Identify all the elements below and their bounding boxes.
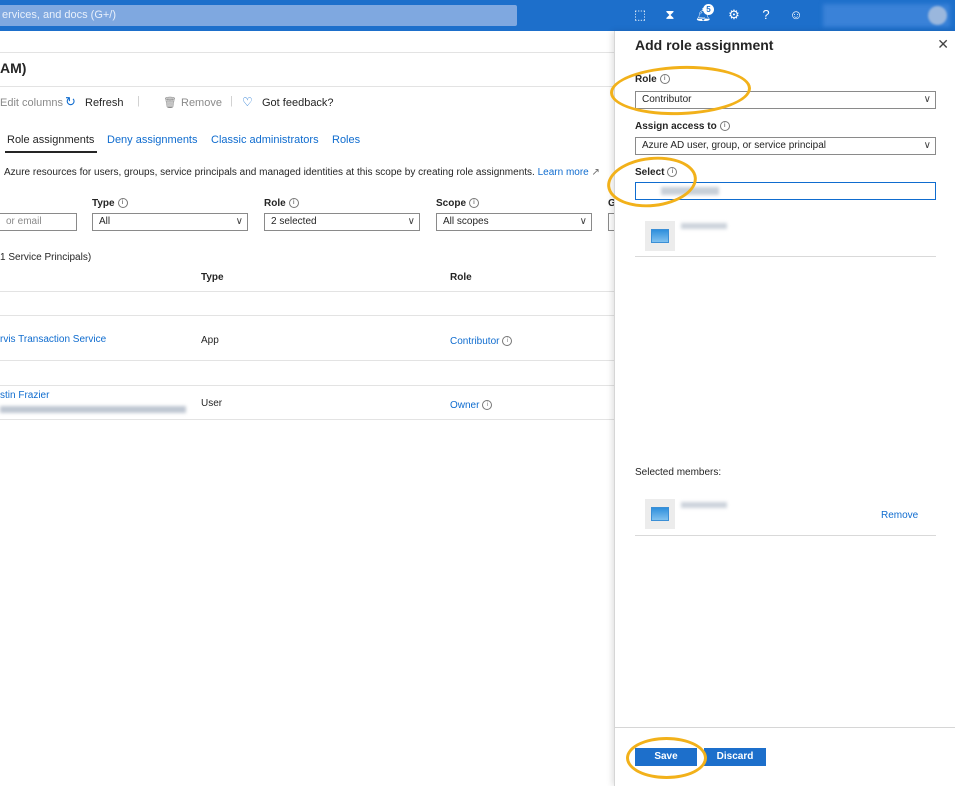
info-icon: i: [502, 336, 513, 347]
tab-classic-administrators[interactable]: Classic administrators: [211, 134, 319, 146]
column-header-role: Role: [450, 272, 472, 283]
result-divider: [635, 256, 936, 257]
group-row-divider: [0, 385, 614, 386]
role-link[interactable]: Owner i: [450, 400, 493, 411]
global-search-input[interactable]: ervices, and docs (G+/): [0, 5, 517, 26]
column-header-type: Type: [201, 272, 224, 283]
trash-icon: 🗑︎: [163, 97, 177, 109]
settings-gear-icon[interactable]: ⚙: [726, 7, 742, 23]
scope-filter-dropdown[interactable]: All scopes ∨: [436, 213, 592, 231]
feedback-button[interactable]: Got feedback?: [262, 97, 334, 109]
redacted-selected-member-name: [681, 502, 727, 508]
tab-roles[interactable]: Roles: [332, 134, 360, 146]
info-icon: i: [469, 198, 480, 209]
selected-divider: [635, 535, 936, 536]
role-filter-dropdown[interactable]: 2 selected ∨: [264, 213, 420, 231]
info-icon: i: [482, 400, 493, 411]
chevron-down-icon: ∨: [923, 94, 931, 105]
assignee-type: User: [201, 398, 223, 409]
redacted-member-name[interactable]: [681, 223, 727, 229]
group-row-divider: [0, 315, 614, 316]
assignment-count: 1 Service Principals): [0, 252, 92, 263]
member-avatar[interactable]: [645, 221, 675, 251]
directory-filter-icon[interactable]: ⧗: [662, 7, 678, 23]
chevron-down-icon: ∨: [923, 140, 931, 151]
external-link-icon: ↗: [591, 167, 600, 178]
remove-member-link[interactable]: Remove: [881, 510, 918, 521]
save-highlight-ring: [626, 737, 707, 779]
chevron-down-icon: ∨: [579, 216, 587, 227]
remove-button[interactable]: Remove: [181, 97, 222, 109]
notification-count-badge: 5: [703, 4, 714, 15]
toolbar-separator: |: [137, 95, 140, 107]
panel-title: Add role assignment: [635, 37, 774, 53]
table-row-divider: [0, 360, 614, 361]
assign-access-dropdown[interactable]: Azure AD user, group, or service princip…: [635, 137, 936, 155]
assignee-name-link[interactable]: rvis Transaction Service: [0, 334, 106, 345]
footer-divider: [615, 727, 955, 728]
chevron-down-icon: ∨: [235, 216, 243, 227]
avatar[interactable]: [928, 6, 947, 25]
chevron-down-icon: ∨: [407, 216, 415, 227]
type-filter-dropdown[interactable]: All ∨: [92, 213, 248, 231]
assignee-name-link[interactable]: stin Frazier: [0, 390, 49, 401]
scope-filter-label: Scope i: [436, 198, 480, 209]
edit-columns-button[interactable]: Edit columns: [0, 97, 63, 109]
header-row-divider: [0, 291, 614, 292]
role-filter-label: Role i: [264, 198, 299, 209]
name-search-input[interactable]: or email: [0, 213, 77, 231]
discard-button[interactable]: Discard: [704, 748, 766, 766]
help-icon[interactable]: ?: [758, 7, 774, 23]
selected-members-label: Selected members:: [635, 467, 722, 478]
assignee-type: App: [201, 335, 219, 346]
header-divider: [0, 52, 614, 53]
table-row-divider: [0, 419, 614, 420]
description-text: Azure resources for users, groups, servi…: [4, 167, 600, 178]
feedback-smiley-icon[interactable]: ☺: [788, 7, 804, 23]
redacted-email: [0, 406, 186, 413]
refresh-icon: ↻: [65, 94, 76, 109]
assign-access-label: Assign access to i: [635, 121, 730, 132]
top-bar: ervices, and docs (G+/) ⬚ ⧗ 🔔︎ 5 ⚙ ? ☺: [0, 0, 955, 31]
page-title: AM): [0, 60, 27, 76]
title-divider: [0, 86, 614, 87]
info-icon: i: [719, 121, 730, 132]
selected-member-avatar: [645, 499, 675, 529]
add-role-assignment-panel: Add role assignment ✕ Role i Contributor ∨…: [614, 31, 955, 786]
close-icon[interactable]: ✕: [937, 36, 949, 53]
role-link[interactable]: Contributor i: [450, 336, 513, 347]
info-icon: i: [117, 198, 128, 209]
tab-role-assignments[interactable]: Role assignments: [7, 134, 94, 146]
learn-more-link[interactable]: Learn more: [538, 167, 589, 178]
tab-deny-assignments[interactable]: Deny assignments: [107, 134, 198, 146]
active-tab-indicator: [5, 151, 97, 153]
cloud-shell-icon[interactable]: ⬚: [632, 7, 648, 23]
info-icon: i: [288, 198, 299, 209]
heart-icon: ♡: [242, 95, 253, 109]
refresh-button[interactable]: Refresh: [85, 97, 124, 109]
type-filter-label: Type i: [92, 198, 128, 209]
toolbar-separator: |: [230, 95, 233, 107]
